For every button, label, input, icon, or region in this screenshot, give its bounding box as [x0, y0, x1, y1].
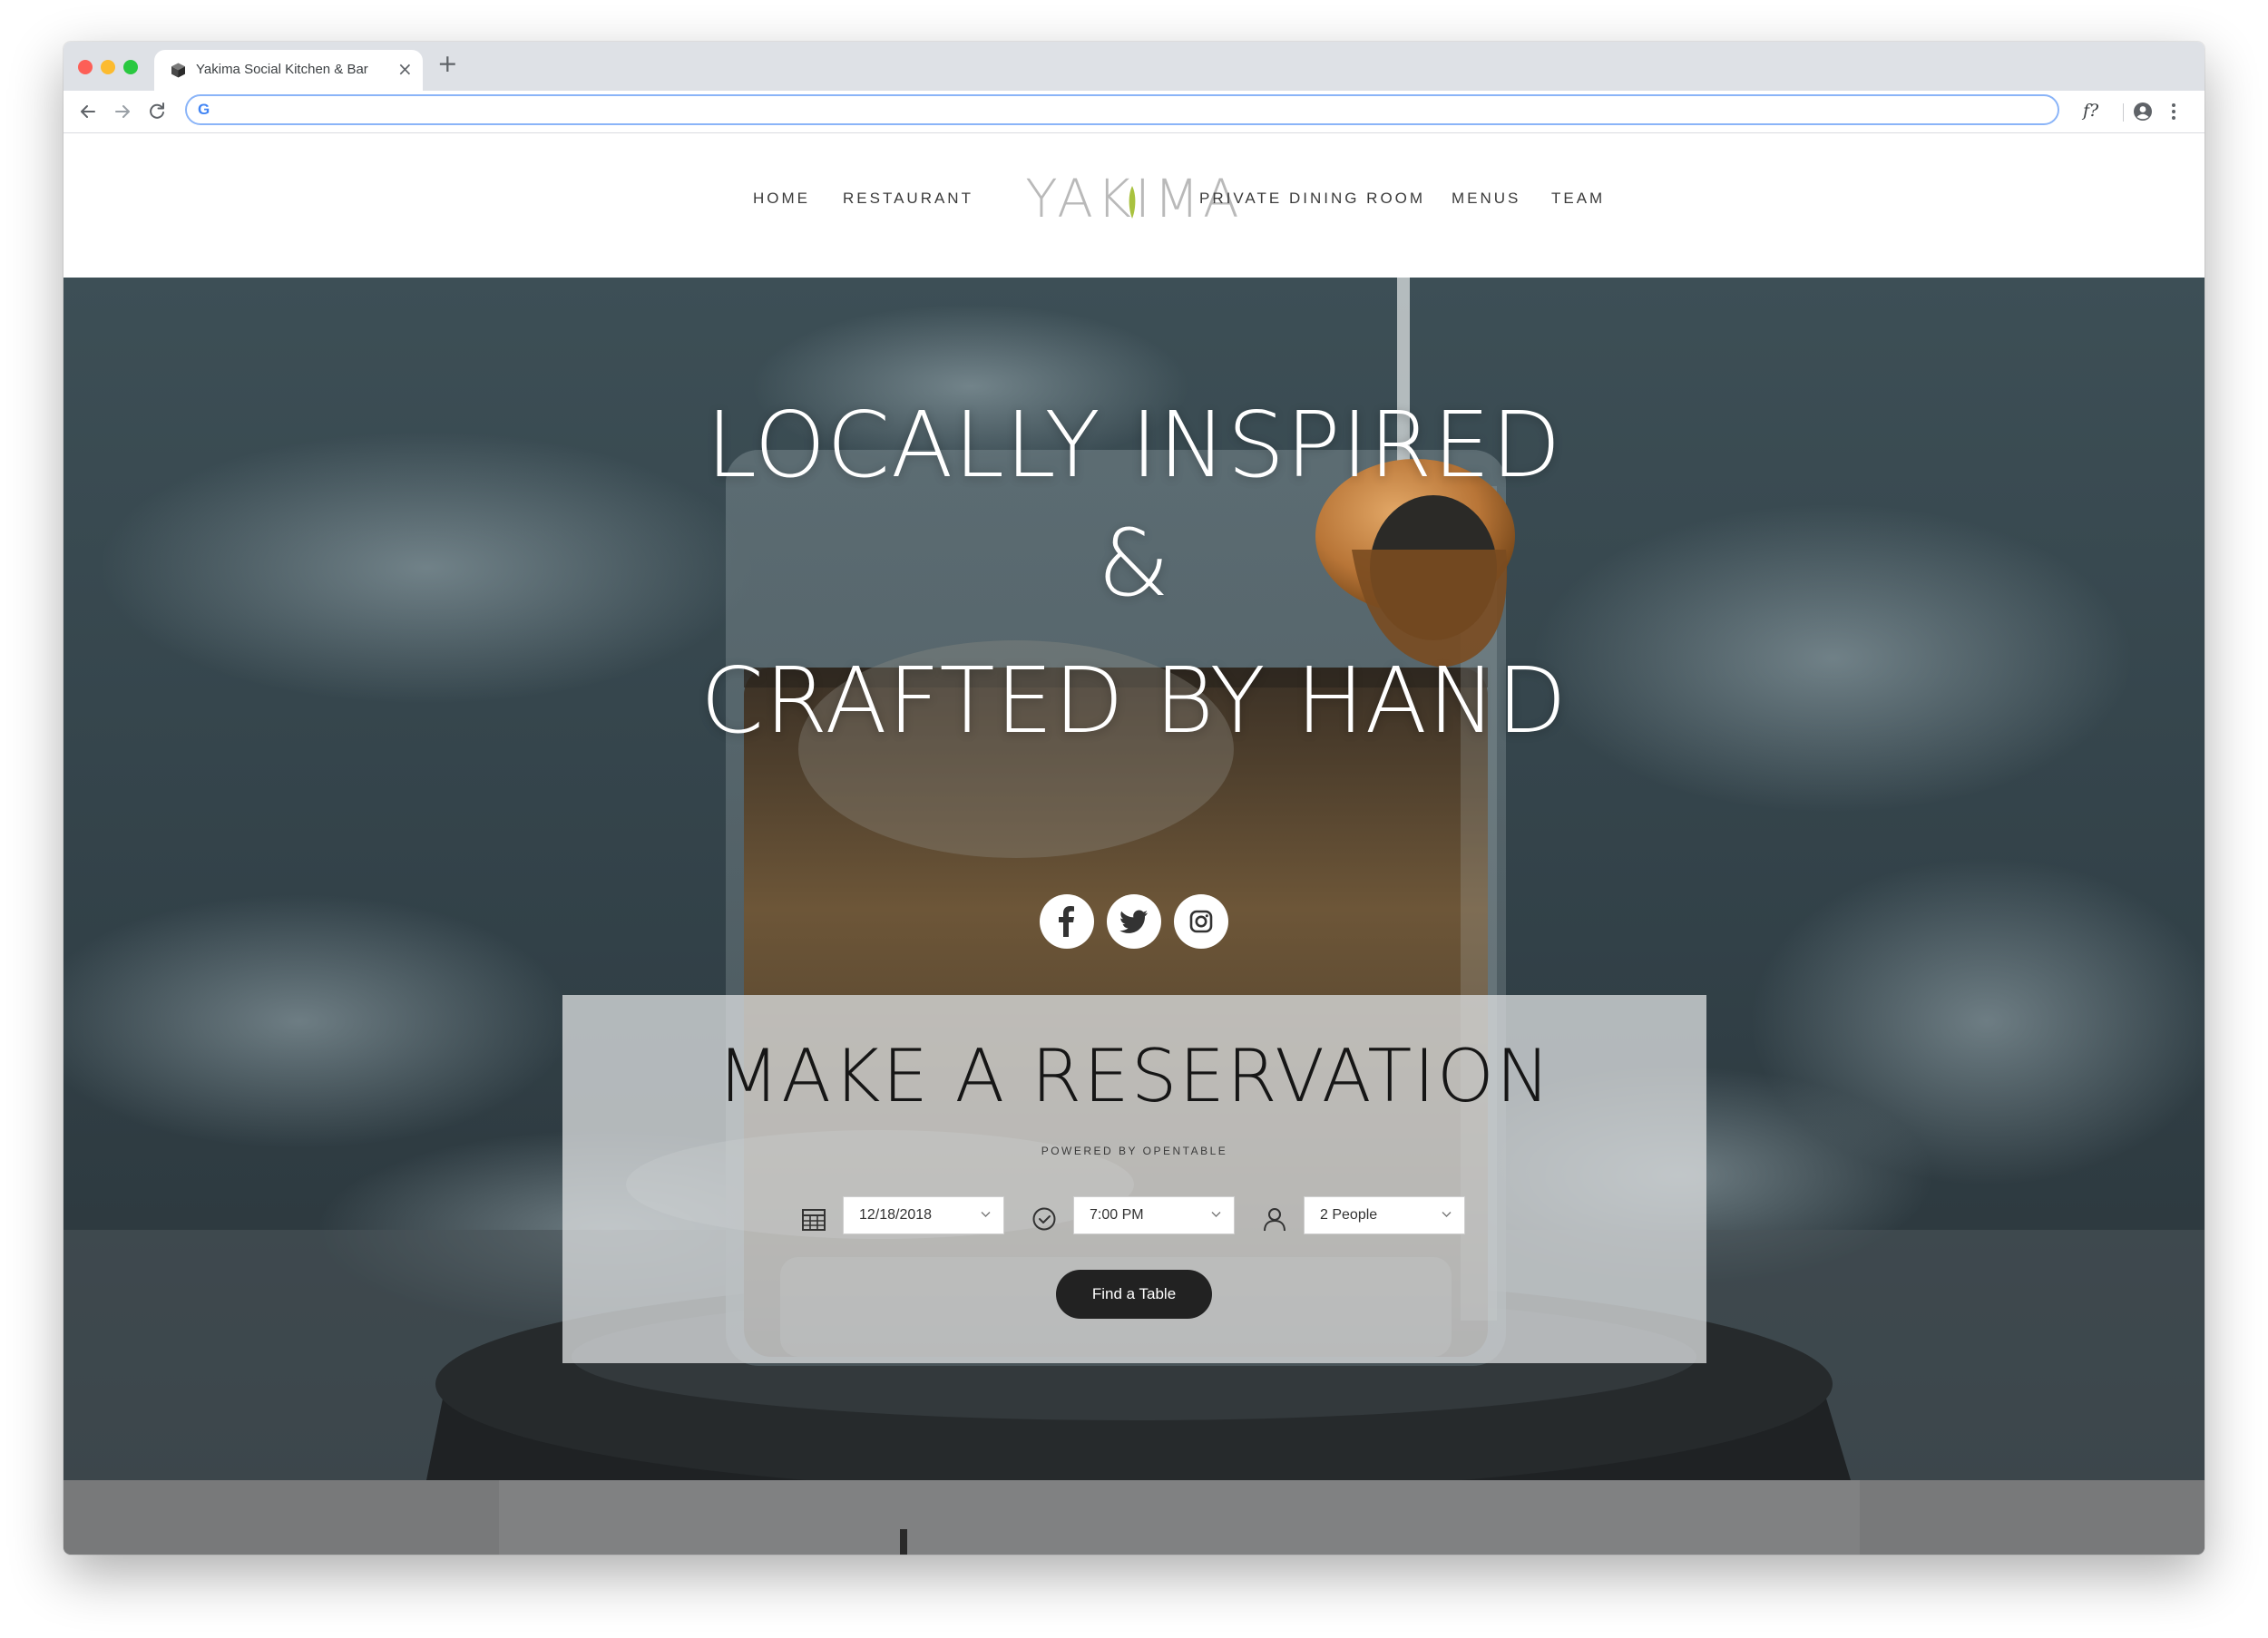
address-bar[interactable]: G [185, 94, 2059, 125]
chevron-down-icon [1442, 1212, 1452, 1217]
new-tab-button[interactable]: + [437, 51, 458, 78]
tab-close-icon[interactable]: × [397, 58, 413, 80]
google-icon: G [198, 101, 210, 118]
reservation-panel: MAKE A RESERVATION POWERED BY OPENTABLE … [562, 995, 1706, 1363]
browser-toolbar: G f? [64, 91, 2204, 133]
next-section-preview [64, 1480, 2204, 1555]
calendar-icon [802, 1209, 826, 1231]
find-a-table-button[interactable]: Find a Table [1056, 1270, 1212, 1319]
forward-arrow-icon[interactable] [109, 98, 136, 125]
facebook-icon [1059, 906, 1074, 937]
person-icon [1264, 1208, 1286, 1232]
back-arrow-icon[interactable] [74, 98, 102, 125]
nav-private-dining-room[interactable]: PRIVATE DINING ROOM [1199, 190, 1425, 208]
date-value: 12/18/2018 [859, 1207, 933, 1223]
hero-headline-ampersand: & [1097, 510, 1171, 618]
page-viewport: HOME RESTAURANT YAKIMA PRIVATE DINING RO… [64, 133, 2204, 1555]
kebab-menu-icon[interactable] [2170, 102, 2177, 122]
tab-title: Yakima Social Kitchen & Bar [196, 62, 368, 77]
extension-icon[interactable]: f? [2083, 101, 2098, 121]
browser-window: Yakima Social Kitchen & Bar × + G f? HOM… [64, 42, 2204, 1555]
date-select[interactable]: 12/18/2018 [843, 1196, 1004, 1234]
party-size-select[interactable]: 2 People [1304, 1196, 1465, 1234]
time-select[interactable]: 7:00 PM [1073, 1196, 1235, 1234]
chevron-down-icon [981, 1212, 991, 1217]
nav-home[interactable]: HOME [753, 190, 810, 208]
powered-by-opentable: POWERED BY OPENTABLE [1041, 1145, 1228, 1157]
tab-strip: Yakima Social Kitchen & Bar × + [64, 42, 2204, 91]
account-icon[interactable] [2132, 101, 2154, 122]
reload-icon[interactable] [143, 98, 171, 125]
browser-tab[interactable]: Yakima Social Kitchen & Bar × [154, 50, 423, 91]
cube-favicon-icon [171, 63, 185, 78]
nav-team[interactable]: TEAM [1551, 190, 1605, 208]
hero-section: LOCALLY INSPIRED & CRAFTED BY HAND MAKE … [64, 278, 2204, 1480]
hero-headline-line-1: LOCALLY INSPIRED [706, 392, 1562, 498]
party-size-value: 2 People [1320, 1207, 1378, 1223]
toolbar-divider [2123, 103, 2124, 122]
clock-icon [1032, 1207, 1056, 1231]
site-header: HOME RESTAURANT YAKIMA PRIVATE DINING RO… [64, 133, 2204, 278]
nav-restaurant[interactable]: RESTAURANT [843, 190, 973, 208]
maximize-window-button[interactable] [123, 60, 138, 74]
close-window-button[interactable] [78, 60, 93, 74]
next-section-image [64, 1480, 2204, 1555]
reservation-title: MAKE A RESERVATION [717, 1034, 1552, 1118]
leaf-icon [1129, 186, 1136, 219]
chevron-down-icon [1211, 1212, 1221, 1217]
instagram-icon [1189, 910, 1213, 933]
facebook-button[interactable] [1040, 894, 1094, 949]
instagram-button[interactable] [1174, 894, 1228, 949]
minimize-window-button[interactable] [101, 60, 115, 74]
time-value: 7:00 PM [1090, 1207, 1144, 1223]
nav-menus[interactable]: MENUS [1452, 190, 1520, 208]
twitter-button[interactable] [1107, 894, 1161, 949]
twitter-icon [1119, 910, 1148, 933]
hero-headline-line-3: CRAFTED BY HAND [700, 648, 1568, 754]
url-input[interactable] [220, 98, 2028, 123]
